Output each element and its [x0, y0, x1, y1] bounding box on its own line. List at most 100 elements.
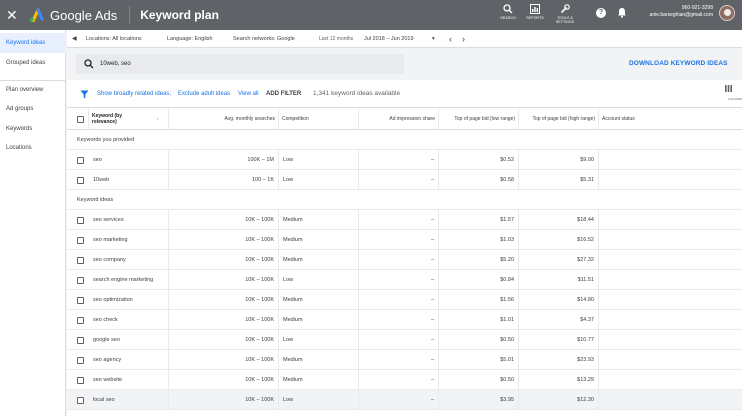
account-id: 960-921-3298: [681, 5, 713, 11]
table-row[interactable]: seo check 10K – 100K Medium – $1.01 $4.37: [67, 310, 742, 330]
language-filter[interactable]: Language: English: [167, 30, 213, 48]
row-checkbox[interactable]: [77, 377, 84, 384]
cell-status: [599, 310, 742, 330]
search-query-text: 10web, seo: [100, 61, 131, 67]
row-checkbox[interactable]: [77, 317, 84, 324]
help-icon[interactable]: ?: [596, 8, 606, 18]
sidebar-item-keyword-ideas[interactable]: Keyword ideas: [0, 33, 66, 53]
prev-period-icon[interactable]: ‹: [449, 30, 452, 48]
sidebar-item-grouped-ideas[interactable]: Grouped ideas: [0, 53, 66, 73]
cell-keyword: 10web: [89, 170, 169, 190]
cell-competition: Low: [279, 270, 359, 290]
table-row[interactable]: seo marketing 10K – 100K Medium – $1.03 $16.5…: [67, 230, 742, 250]
keyword-ideas-table: Keyword (by relevance) ↓ Avg. monthly se…: [67, 108, 742, 416]
cell-competition: Medium: [279, 370, 359, 390]
cell-competition: Medium: [279, 350, 359, 370]
sidebar-item-plan-overview[interactable]: Plan overview: [0, 80, 66, 100]
header-searches[interactable]: Avg. monthly searches: [169, 108, 279, 130]
next-period-icon[interactable]: ›: [462, 30, 465, 48]
table-row[interactable]: local seo 10K – 100K Low – $3.95 $12.30: [67, 390, 742, 410]
cell-bid-high: $14.80: [519, 290, 599, 310]
cell-bid-low: $0.52: [439, 150, 519, 170]
keyword-search-input[interactable]: 10web, seo: [76, 54, 404, 74]
cell-searches: 10K – 100K: [169, 270, 279, 290]
table-row[interactable]: seo services 10K – 100K Medium – $1.57 $18.44: [67, 210, 742, 230]
header-keyword[interactable]: Keyword (by relevance) ↓: [89, 108, 169, 130]
add-filter-button[interactable]: ADD FILTER: [266, 80, 301, 108]
row-checkbox[interactable]: [77, 157, 84, 164]
search-tool-button[interactable]: SEARCH: [493, 4, 523, 20]
divider: [129, 6, 131, 24]
cell-competition: Low: [279, 150, 359, 170]
row-checkbox[interactable]: [77, 297, 84, 304]
collapse-sidebar-icon[interactable]: ◀: [72, 30, 78, 48]
cell-searches: 10K – 100K: [169, 250, 279, 270]
sidebar-item-keywords[interactable]: Keywords: [0, 119, 66, 139]
header-account-status[interactable]: Account status: [599, 108, 742, 130]
row-checkbox[interactable]: [77, 177, 84, 184]
cell-searches: 10K – 100K: [169, 390, 279, 410]
view-all-link[interactable]: View all: [238, 80, 259, 108]
networks-filter[interactable]: Search networks: Google: [233, 30, 295, 48]
broadly-related-ideas-link[interactable]: Show broadly related ideas;: [97, 80, 171, 108]
top-bar: ✕ Google Ads Keyword plan SEARCH REPORTS…: [0, 0, 742, 30]
download-keyword-ideas-button[interactable]: DOWNLOAD KEYWORD IDEAS: [629, 60, 728, 67]
cell-keyword: seo agency: [89, 350, 169, 370]
row-checkbox[interactable]: [77, 217, 84, 224]
date-range-dropdown-icon[interactable]: ▾: [432, 30, 435, 48]
table-row[interactable]: seo optimization 10K – 100K Medium – $1.56 $1…: [67, 290, 742, 310]
filter-icon[interactable]: [80, 90, 89, 99]
row-checkbox[interactable]: [77, 397, 84, 404]
header-competition[interactable]: Competition: [279, 108, 359, 130]
cell-competition: Medium: [279, 210, 359, 230]
exclude-adult-ideas-link[interactable]: Exclude adult ideas: [178, 80, 230, 108]
cell-impression: –: [359, 370, 439, 390]
cell-keyword: seo website: [89, 370, 169, 390]
row-checkbox[interactable]: [77, 237, 84, 244]
cell-bid-low: $0.84: [439, 270, 519, 290]
cell-status: [599, 370, 742, 390]
plan-filter-bar: ◀ Locations: All locations Language: Eng…: [67, 30, 742, 48]
cell-competition: Low: [279, 390, 359, 410]
cell-bid-high: $11.51: [519, 270, 599, 290]
wrench-icon: [561, 4, 570, 13]
tools-settings-label: TOOLS & SETTINGS: [555, 16, 575, 24]
header-bid-high[interactable]: Top of page bid (high range): [519, 108, 599, 130]
table-row[interactable]: seo company 10K – 100K Medium – $5.20 $27.32: [67, 250, 742, 270]
reports-tool-label: REPORTS: [526, 16, 544, 20]
table-row[interactable]: seo website 10K – 100K Medium – $0.50 $13.29: [67, 370, 742, 390]
sidebar-item-ad-groups[interactable]: Ad groups: [0, 99, 66, 119]
reports-tool-button[interactable]: REPORTS: [520, 4, 550, 20]
reports-icon: [530, 4, 540, 14]
header-impression-share[interactable]: Ad impression share: [359, 108, 439, 130]
account-info[interactable]: 960-921-3298 anie.barseghian@gmail.com: [618, 5, 713, 19]
cell-keyword: local seo: [89, 390, 169, 410]
row-checkbox[interactable]: [77, 357, 84, 364]
table-row[interactable]: seo 100K – 1M Low – $0.52 $9.00: [67, 150, 742, 170]
cell-status: [599, 270, 742, 290]
columns-button[interactable]: COLUMNS: [721, 85, 742, 101]
cell-keyword: seo optimization: [89, 290, 169, 310]
cell-status: [599, 390, 742, 410]
row-checkbox[interactable]: [77, 257, 84, 264]
cell-searches: 10K – 100K: [169, 290, 279, 310]
cell-bid-low: $1.57: [439, 210, 519, 230]
tools-settings-button[interactable]: TOOLS & SETTINGS: [550, 4, 580, 24]
select-all-checkbox[interactable]: [77, 116, 84, 123]
cell-searches: 10K – 100K: [169, 310, 279, 330]
date-range-value[interactable]: Jul 2018 – Jun 2019: [364, 30, 414, 48]
table-row[interactable]: google seo 10K – 100K Low – $0.50 $10.77: [67, 330, 742, 350]
locations-filter[interactable]: Locations: All locations: [86, 30, 142, 48]
table-row[interactable]: 10web 100 – 1K Low – $0.58 $5.31: [67, 170, 742, 190]
cell-bid-high: $13.29: [519, 370, 599, 390]
cell-bid-high: $16.52: [519, 230, 599, 250]
table-row[interactable]: search engine marketing 10K – 100K Low – $0.…: [67, 270, 742, 290]
sidebar-item-locations[interactable]: Locations: [0, 138, 66, 158]
header-bid-low[interactable]: Top of page bid (low range): [439, 108, 519, 130]
row-checkbox[interactable]: [77, 277, 84, 284]
close-icon[interactable]: ✕: [6, 0, 24, 30]
avatar[interactable]: [719, 5, 735, 21]
sort-arrow-icon: ↓: [156, 116, 159, 122]
row-checkbox[interactable]: [77, 337, 84, 344]
table-row[interactable]: seo agency 10K – 100K Medium – $5.01 $23.93: [67, 350, 742, 370]
